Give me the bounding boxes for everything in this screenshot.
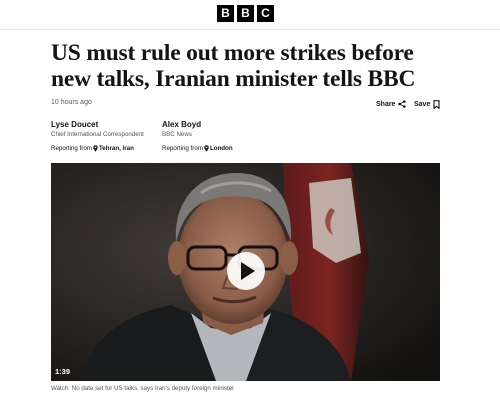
save-button[interactable]: Save — [414, 100, 440, 109]
author-role: Chief International Correspondent — [51, 131, 144, 138]
bbc-logo[interactable]: B B C — [217, 5, 274, 22]
video-caption: Watch: No date set for US talks, says Ir… — [51, 385, 235, 392]
logo-letter-b2: B — [237, 5, 254, 22]
play-icon[interactable] — [227, 252, 265, 290]
reporting-location-1: Reporting from Tehran, Iran — [51, 145, 134, 152]
article-timestamp: 10 hours ago — [51, 99, 92, 106]
save-label: Save — [414, 101, 431, 108]
author-role: BBC News — [162, 131, 192, 138]
author-byline-2: Alex Boyd BBC News — [162, 120, 201, 139]
share-button[interactable]: Share — [376, 100, 407, 108]
location-pin-icon — [204, 145, 209, 152]
share-icon — [398, 100, 407, 108]
author-name[interactable]: Lyse Doucet — [51, 120, 144, 130]
author-byline-1: Lyse Doucet Chief International Correspo… — [51, 120, 144, 139]
masthead: B B C — [0, 0, 500, 30]
reporting-prefix: Reporting from — [162, 145, 203, 152]
logo-letter-b1: B — [217, 5, 234, 22]
location-pin-icon — [93, 145, 98, 152]
share-label: Share — [376, 100, 396, 108]
article-headline: US must rule out more strikes before new… — [51, 40, 416, 92]
logo-letter-c: C — [257, 5, 274, 22]
reporting-location-2: Reporting from London — [162, 145, 233, 152]
reporting-prefix: Reporting from — [51, 145, 92, 152]
reporting-location: Tehran, Iran — [98, 145, 134, 152]
author-name[interactable]: Alex Boyd — [162, 120, 201, 130]
bookmark-icon — [433, 100, 440, 109]
video-duration: 1:39 — [55, 367, 71, 376]
reporting-location: London — [209, 145, 233, 152]
